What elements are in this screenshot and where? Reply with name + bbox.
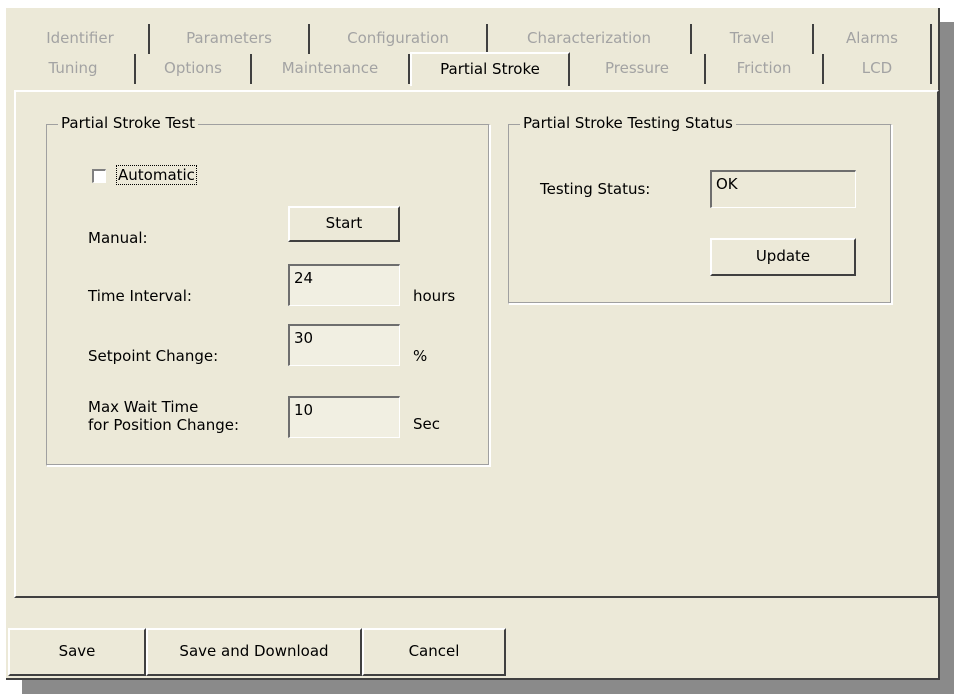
setpoint-change-unit: % xyxy=(413,347,428,365)
tab-partial-stroke[interactable]: Partial Stroke xyxy=(410,52,570,86)
time-interval-label: Time Interval: xyxy=(88,287,192,305)
document-header-strip xyxy=(0,0,954,8)
tab-configuration[interactable]: Configuration xyxy=(310,24,488,54)
max-wait-unit: Sec xyxy=(413,415,440,433)
max-wait-input[interactable]: 10 xyxy=(288,396,400,438)
tab-identifier[interactable]: Identifier xyxy=(12,24,150,54)
tab-panel-partial-stroke: Partial Stroke Test Automatic Manual: St… xyxy=(14,90,939,598)
max-wait-label-line2: for Position Change: xyxy=(88,416,240,434)
testing-status-value: OK xyxy=(710,170,856,208)
tab-characterization[interactable]: Characterization xyxy=(488,24,692,54)
save-and-download-button[interactable]: Save and Download xyxy=(146,628,362,676)
cancel-button[interactable]: Cancel xyxy=(362,628,506,676)
testing-status-label: Testing Status: xyxy=(540,180,651,198)
tab-alarms[interactable]: Alarms xyxy=(814,24,932,54)
dialog-shadow-right xyxy=(940,22,954,694)
testing-status-title: Partial Stroke Testing Status xyxy=(520,114,736,132)
time-interval-unit: hours xyxy=(413,287,456,305)
tab-options[interactable]: Options xyxy=(136,54,252,84)
save-button[interactable]: Save xyxy=(8,628,146,676)
tab-tuning[interactable]: Tuning xyxy=(12,54,136,84)
max-wait-label-line1: Max Wait Time xyxy=(88,398,199,416)
partial-stroke-test-title: Partial Stroke Test xyxy=(58,114,199,132)
tab-pressure[interactable]: Pressure xyxy=(570,54,706,84)
manual-label: Manual: xyxy=(88,229,148,247)
tab-friction[interactable]: Friction xyxy=(706,54,824,84)
partial-stroke-dialog: Identifier Parameters Configuration Char… xyxy=(6,8,940,680)
dialog-shadow-bottom xyxy=(22,680,954,694)
time-interval-input[interactable]: 24 xyxy=(288,264,400,306)
setpoint-change-label: Setpoint Change: xyxy=(88,347,219,365)
start-button[interactable]: Start xyxy=(288,206,400,242)
screenshot-stage: Identifier Parameters Configuration Char… xyxy=(0,0,954,694)
tab-travel[interactable]: Travel xyxy=(692,24,814,54)
testing-status-group xyxy=(508,124,892,304)
tab-maintenance[interactable]: Maintenance xyxy=(252,54,410,84)
update-button[interactable]: Update xyxy=(710,238,856,276)
automatic-label[interactable]: Automatic xyxy=(116,165,197,185)
setpoint-change-input[interactable]: 30 xyxy=(288,324,400,366)
automatic-checkbox[interactable] xyxy=(92,169,106,183)
tab-parameters[interactable]: Parameters xyxy=(150,24,310,54)
tab-lcd[interactable]: LCD xyxy=(824,54,932,84)
